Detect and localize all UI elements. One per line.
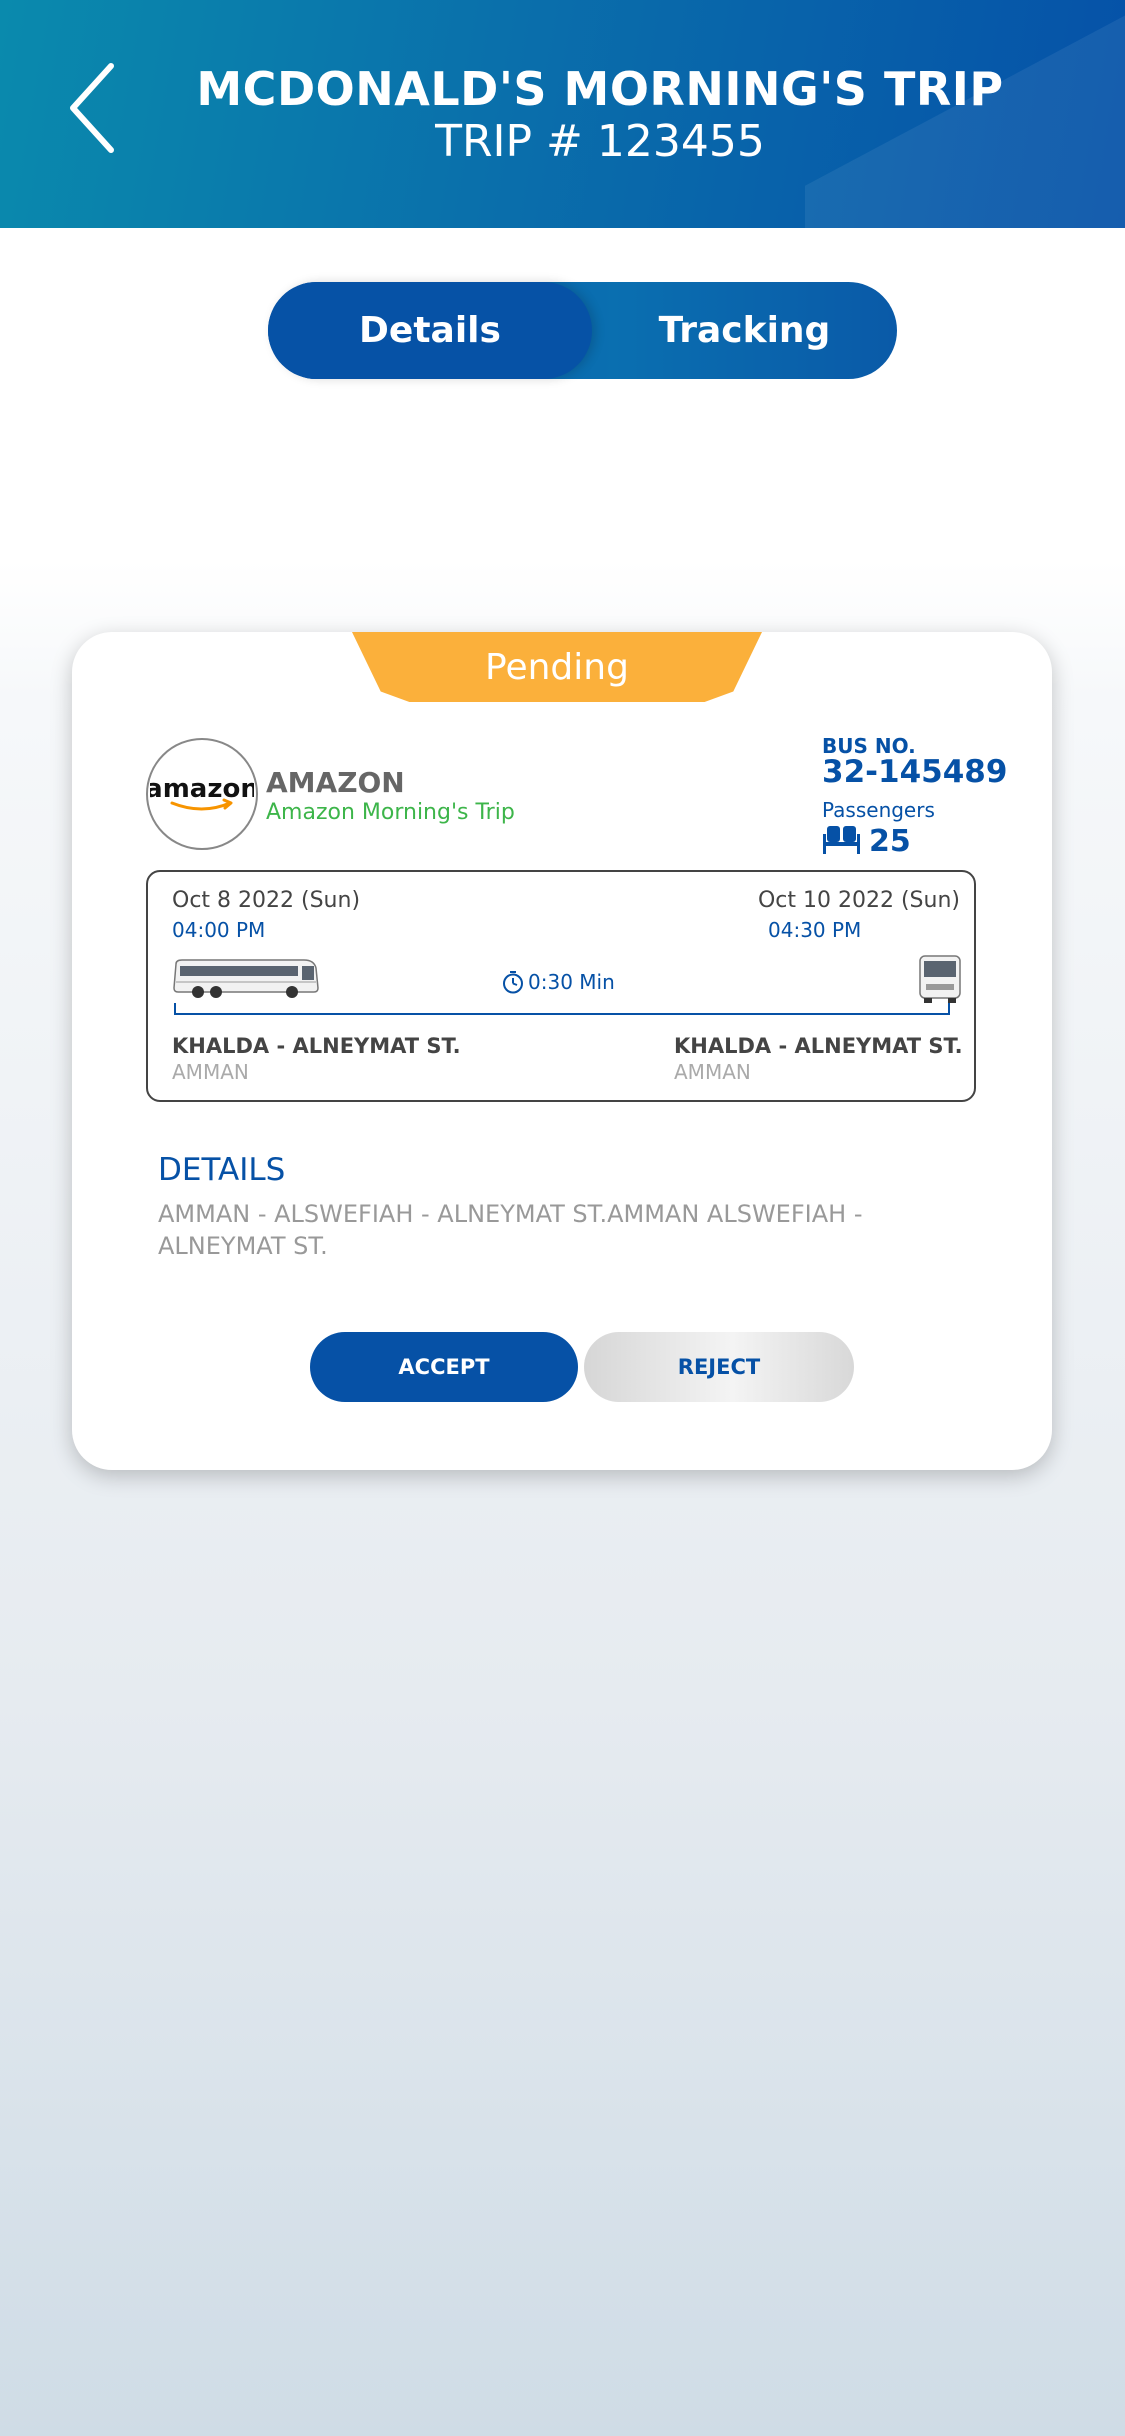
chevron-left-icon	[70, 63, 114, 153]
page-title: MCDONALD'S MORNING'S TRIP	[196, 62, 1004, 116]
trip-name: Amazon Morning's Trip	[266, 800, 515, 825]
arrival-city: AMMAN	[674, 1060, 751, 1084]
tab-details[interactable]: Details	[268, 282, 592, 379]
trip-card: Pending amazon AMAZON Amazon Morning's T…	[72, 632, 1052, 1470]
route-panel: Oct 8 2022 (Sun) 04:00 PM Oct 10 2022 (S…	[146, 870, 976, 1102]
stopwatch-icon	[503, 971, 523, 994]
passengers-count: 25	[869, 824, 911, 859]
accept-button[interactable]: ACCEPT	[310, 1332, 578, 1402]
header-bar: MCDONALD'S MORNING'S TRIP TRIP # 123455	[0, 0, 1125, 228]
departure-time: 04:00 PM	[172, 918, 266, 942]
amazon-logo: amazon	[150, 774, 254, 811]
trip-number: TRIP # 123455	[435, 116, 765, 167]
bus-front-icon	[919, 955, 961, 1003]
details-text: AMMAN - ALSWEFIAH - ALNEYMAT ST.AMMAN AL…	[158, 1200, 863, 1260]
arrival-place: KHALDA - ALNEYMAT ST.	[674, 1034, 963, 1058]
departure-place: KHALDA - ALNEYMAT ST.	[172, 1034, 461, 1058]
details-heading: DETAILS	[158, 1152, 286, 1188]
route-line	[174, 1003, 950, 1015]
company-logo: amazon	[146, 738, 258, 850]
tab-switcher: Details Tracking	[268, 282, 897, 379]
trip-duration: 0:30 Min	[502, 970, 615, 994]
status-badge: Pending	[352, 632, 762, 702]
company-name: AMAZON	[266, 766, 405, 799]
bus-number: 32-145489	[822, 754, 1008, 790]
tab-tracking[interactable]: Tracking	[592, 282, 897, 379]
bus-side-icon	[173, 959, 319, 998]
reject-button[interactable]: REJECT	[584, 1332, 854, 1402]
departure-date: Oct 8 2022 (Sun)	[172, 888, 361, 913]
duration-text: 0:30 Min	[528, 970, 615, 994]
arrival-date: Oct 10 2022 (Sun)	[757, 888, 960, 913]
passengers-label: Passengers	[822, 798, 935, 822]
departure-city: AMMAN	[172, 1060, 249, 1084]
back-button[interactable]	[62, 58, 122, 158]
seat-icon	[823, 826, 860, 854]
svg-text:amazon: amazon	[150, 774, 254, 804]
arrival-time: 04:30 PM	[768, 918, 862, 942]
